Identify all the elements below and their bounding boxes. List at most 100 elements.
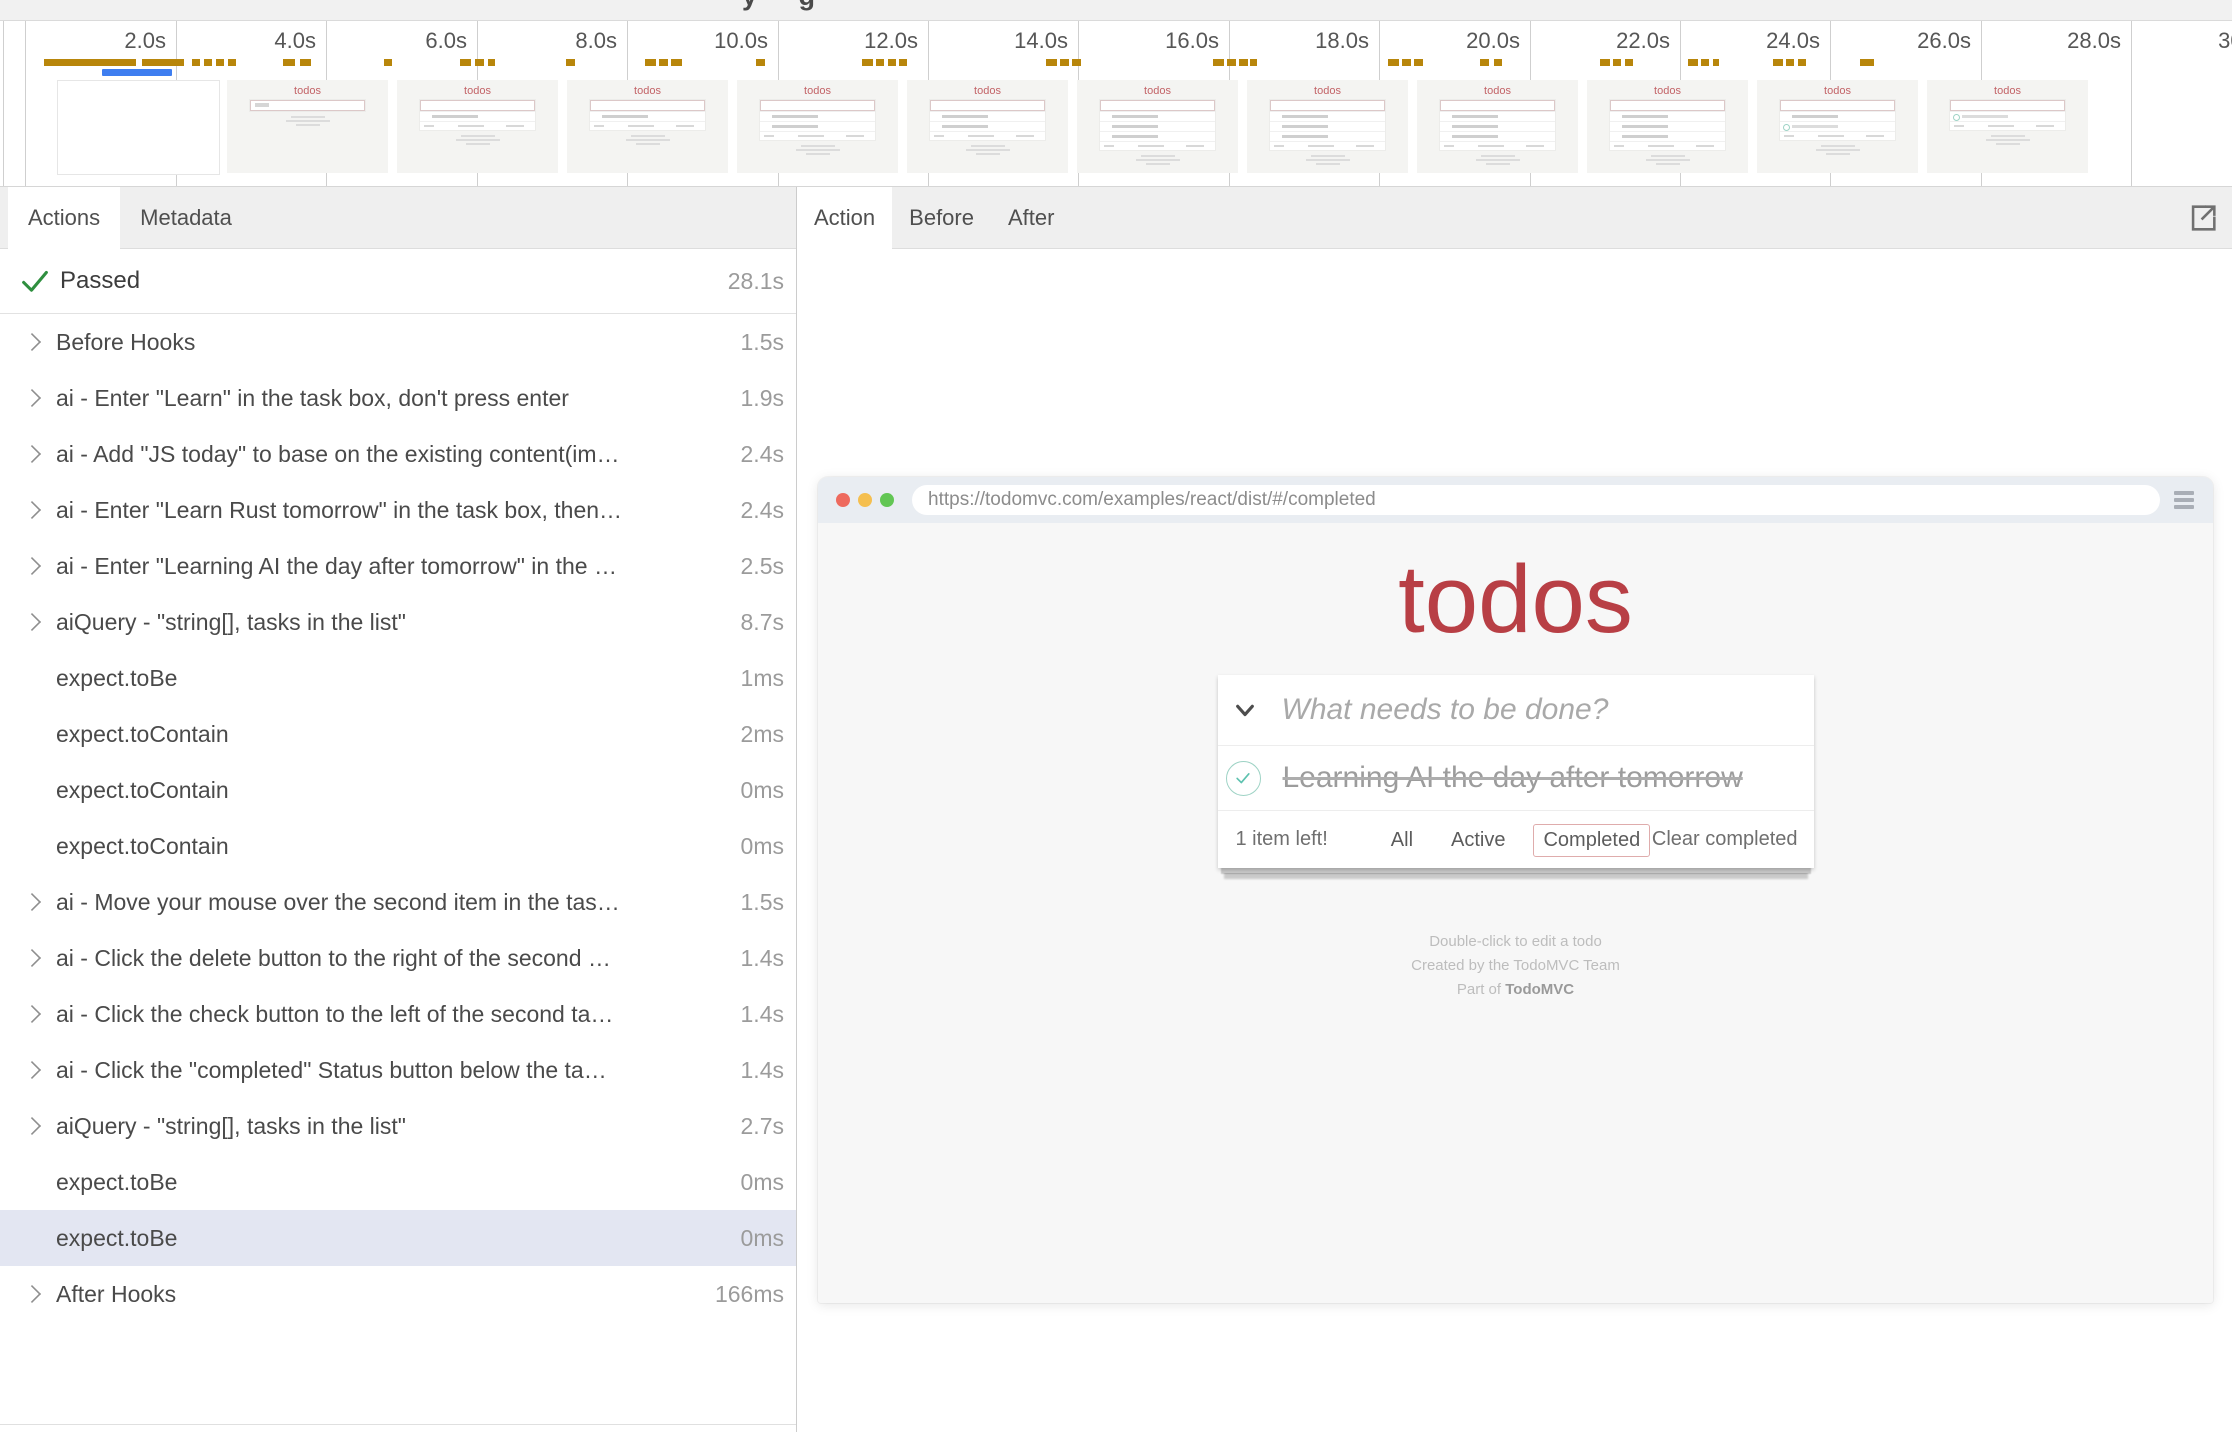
action-label: expect.toContain [56,833,729,860]
action-duration: 1.4s [741,945,784,972]
action-time-mark [460,59,471,66]
timeline[interactable]: 2.0s4.0s6.0s8.0s10.0s12.0s14.0s16.0s18.0… [0,21,2232,187]
thumb-todos-title: todos [1757,85,1918,97]
browser-chrome: https://todomvc.com/examples/react/dist/… [818,477,2213,523]
action-row[interactable]: ai - Move your mouse over the second ite… [0,874,796,930]
filter-all[interactable]: All [1381,824,1423,857]
filmstrip-thumbnail[interactable]: todos [1077,80,1238,173]
filmstrip-thumbnail[interactable]: todos [227,80,388,173]
open-snapshot-icon[interactable] [2186,201,2220,235]
filter-completed[interactable]: Completed [1533,824,1650,857]
thumb-todos-title: todos [1247,85,1408,97]
todo-item-row[interactable]: Learning AI the day after tomorrow [1218,746,1814,811]
action-time-mark [1494,59,1502,66]
action-time-mark [228,59,236,66]
action-label: ai - Enter "Learning AI the day after to… [56,553,729,580]
filmstrip-thumbnail[interactable]: todos [907,80,1068,173]
action-row[interactable]: ai - Click the delete button to the righ… [0,930,796,986]
action-row[interactable]: expect.toContain 2ms [0,706,796,762]
timeline-tick-label: 16.0s [1089,28,1219,54]
tab-before[interactable]: Before [892,187,991,248]
action-row[interactable]: expect.toBe 1ms [0,650,796,706]
thumb-todos-title: todos [1417,85,1578,97]
action-row[interactable]: ai - Enter "Learning AI the day after to… [0,538,796,594]
action-time-mark [1786,59,1794,66]
timeline-tick-label: 22.0s [1540,28,1670,54]
chevron-right-icon[interactable] [23,1285,41,1303]
action-row[interactable]: expect.toContain 0ms [0,762,796,818]
action-row[interactable]: ai - Add "JS today" to base on the exist… [0,426,796,482]
status-label: Passed [60,267,140,295]
chevron-right-icon[interactable] [23,613,41,631]
action-duration: 1.5s [741,329,784,356]
chevron-right-icon[interactable] [23,1005,41,1023]
action-time-mark [1250,59,1257,66]
filmstrip-thumbnail[interactable]: todos [397,80,558,173]
timeline-boundary-line [25,21,26,186]
action-time-mark [876,59,884,66]
filmstrip-thumbnail[interactable]: todos [567,80,728,173]
chevron-right-icon[interactable] [23,501,41,519]
tab-actions[interactable]: Actions [8,187,120,249]
thumb-todo-card [760,100,876,140]
action-time-mark [475,59,484,66]
tab-action[interactable]: Action [797,187,892,249]
action-row[interactable]: expect.toContain 0ms [0,818,796,874]
action-label: expect.toBe [56,665,729,692]
trace-viewer: y g 2.0s4.0s6.0s8.0s10.0s12.0s14.0s16.0s… [0,0,2232,1432]
todo-card-footer: 1 item left! AllActiveCompleted Clear co… [1218,811,1814,868]
action-row[interactable]: aiQuery - "string[], tasks in the list" … [0,1098,796,1154]
filmstrip-thumbnail[interactable]: todos [1587,80,1748,173]
timeline-tick-label: 14.0s [938,28,1068,54]
chevron-right-icon[interactable] [23,333,41,351]
action-time-mark [1388,59,1399,66]
filmstrip-thumbnail[interactable] [57,80,220,175]
address-bar[interactable]: https://todomvc.com/examples/react/dist/… [912,485,2160,515]
tab-after[interactable]: After [991,187,1071,248]
action-duration: 1.5s [741,889,784,916]
action-row[interactable]: expect.toBe 0ms [0,1154,796,1210]
action-row[interactable]: ai - Enter "Learn" in the task box, don'… [0,370,796,426]
filmstrip-thumbnail[interactable]: todos [737,80,898,173]
action-time-mark [192,59,200,66]
action-row[interactable]: ai - Enter "Learn Rust tomorrow" in the … [0,482,796,538]
action-time-mark [659,59,668,66]
filmstrip-thumbnail[interactable]: todos [1757,80,1918,173]
clear-completed-button[interactable]: Clear completed [1652,828,1798,851]
action-row[interactable]: ai - Click the check button to the left … [0,986,796,1042]
action-row[interactable]: ai - Click the "completed" Status button… [0,1042,796,1098]
filmstrip-thumbnail[interactable]: todos [1417,80,1578,173]
chevron-right-icon[interactable] [23,893,41,911]
toggle-all-chevron-down-icon[interactable] [1234,699,1256,721]
chevron-right-icon[interactable] [23,1061,41,1079]
filmstrip-thumbnail[interactable]: todos [1247,80,1408,173]
action-row[interactable]: Before Hooks 1.5s [0,314,796,370]
minimize-window-icon[interactable] [858,493,872,507]
chevron-right-icon[interactable] [23,557,41,575]
action-duration: 0ms [741,1225,784,1252]
new-todo-placeholder[interactable]: What needs to be done? [1282,693,1609,727]
timeline-tick-label: 26.0s [1841,28,1971,54]
todo-completed-check-icon[interactable] [1226,761,1261,796]
todomvc-link[interactable]: TodoMVC [1505,981,1574,998]
chevron-right-icon[interactable] [23,949,41,967]
action-time-mark [1060,59,1069,66]
menu-icon[interactable] [2174,488,2194,512]
timeline-gridline [2131,21,2132,186]
tab-metadata[interactable]: Metadata [120,187,252,248]
panels: Actions Metadata Passed 28.1s Before Hoo… [0,187,2232,1432]
action-time-mark [671,59,682,66]
new-todo-row[interactable]: What needs to be done? [1218,675,1814,746]
chevron-right-icon[interactable] [23,445,41,463]
action-row[interactable]: expect.toBe 0ms [0,1210,796,1266]
chevron-right-icon[interactable] [23,1117,41,1135]
action-row[interactable]: After Hooks 166ms [0,1266,796,1322]
filter-active[interactable]: Active [1441,824,1515,857]
zoom-window-icon[interactable] [880,493,894,507]
filmstrip-thumbnail[interactable]: todos [1927,80,2088,173]
action-row[interactable]: aiQuery - "string[], tasks in the list" … [0,594,796,650]
right-tabbar: Action Before After [797,187,2232,249]
close-window-icon[interactable] [836,493,850,507]
chevron-right-icon[interactable] [23,389,41,407]
thumb-todos-title: todos [1587,85,1748,97]
